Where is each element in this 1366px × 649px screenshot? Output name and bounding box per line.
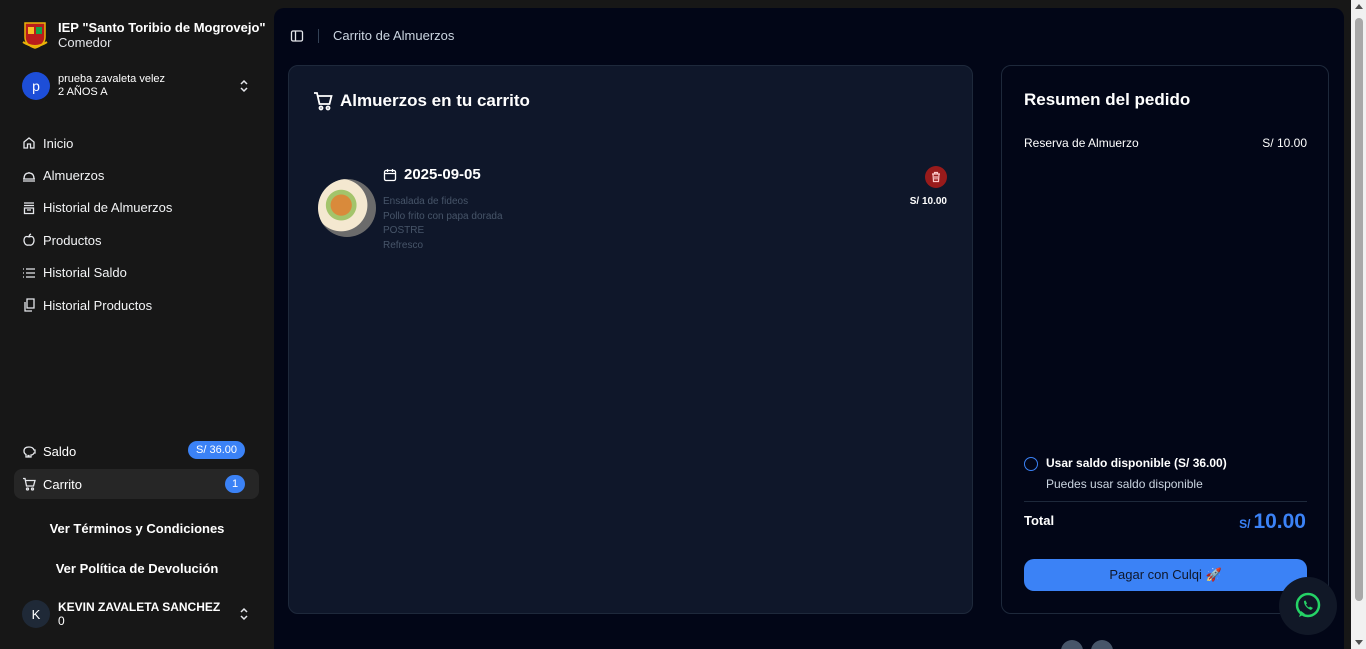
item-menu: Ensalada de fideos Pollo frito con papa … [383,195,503,253]
saldo-label: Saldo [43,443,77,459]
total-label: Total [1024,513,1055,528]
cart-panel: Almuerzos en tu carrito 2025-09-05 Ensal… [288,65,973,614]
sidebar-item-carrito[interactable]: Carrito 1 [14,469,259,499]
school-logo-icon [22,22,48,49]
user-menu[interactable]: K KEVIN ZAVALETA SANCHEZ 0 [22,600,258,628]
menu-line: Refresco [383,239,424,251]
menu-line: Pollo frito con papa dorada [383,210,503,222]
use-saldo-sub: Puedes usar saldo disponible [1046,477,1203,491]
sidebar-item-inicio[interactable]: Inicio [22,127,258,159]
chevron-updown-icon [240,607,248,621]
student-avatar: p [22,72,50,100]
calendar-icon [383,168,397,181]
student-grade: 2 AÑOS A [58,86,108,98]
scroll-up-icon[interactable] [1355,4,1363,9]
use-saldo-label: Usar saldo disponible (S/ 36.00) [1046,456,1227,470]
total-currency: S/ [1239,517,1251,531]
carrito-label: Carrito [43,476,83,492]
user-name: KEVIN ZAVALETA SANCHEZ [58,600,221,614]
list-icon [23,268,35,278]
cloche-icon [23,171,35,182]
menu-line: POSTRE [383,225,425,236]
scroll-thumb[interactable] [1355,18,1363,601]
item-date-text: 2025-09-05 [404,166,481,183]
divider [1024,501,1307,502]
school-header[interactable]: IEP "Santo Toribio de Mogrovejo" Comedor [22,20,266,50]
apple-icon [23,233,35,247]
summary-row-label: Reserva de Almuerzo [1024,136,1139,150]
sidebar-item-label: Historial Saldo [43,265,127,281]
sidebar-item-label: Historial de Almuerzos [43,200,173,216]
use-saldo-radio[interactable] [1024,457,1038,471]
refund-policy-link[interactable]: Ver Política de Devolución [0,561,274,576]
item-date: 2025-09-05 [383,166,481,183]
school-subtitle: Comedor [58,35,112,50]
sidebar-item-historial-almuerzos[interactable]: Historial de Almuerzos [22,192,258,224]
summary-row-value: S/ 10.00 [1262,136,1307,150]
facebook-icon[interactable] [1061,640,1083,649]
summary-row: Reserva de Almuerzo S/ 10.00 [1024,136,1307,150]
food-image [318,179,376,237]
sidebar-nav: Inicio Almuerzos Historial de Almuerzos … [22,127,258,321]
whatsapp-icon [1295,592,1321,618]
user-sub: 0 [58,614,65,628]
total-value: S/ 10.00 [1239,510,1306,534]
chevron-updown-icon [240,79,248,93]
topbar: Carrito de Almuerzos [290,28,454,43]
summary-title: Resumen del pedido [1024,90,1191,109]
remove-item-button[interactable] [925,166,947,188]
sidebar-item-historial-productos[interactable]: Historial Productos [22,289,258,321]
pay-culqi-button[interactable]: Pagar con Culqi 🚀 [1024,559,1307,591]
saldo-badge: S/ 36.00 [188,441,245,459]
cart-title: Almuerzos en tu carrito [312,90,530,112]
terms-link[interactable]: Ver Términos y Condiciones [0,521,274,536]
social-icon[interactable] [1091,640,1113,649]
user-avatar: K [22,600,50,628]
trash-icon [932,171,940,183]
scroll-down-icon[interactable] [1355,640,1363,645]
sidebar-item-label: Inicio [43,135,74,151]
item-price: S/ 10.00 [909,196,947,207]
sidebar-toggle-icon[interactable] [290,29,304,43]
cart-count-badge: 1 [225,475,245,493]
total-amount: 10.00 [1253,510,1306,533]
cart-icon [314,92,333,111]
cart-title-text: Almuerzos en tu carrito [340,91,530,110]
scrollbar[interactable] [1351,0,1366,649]
sidebar: IEP "Santo Toribio de Mogrovejo" Comedor… [0,0,274,649]
menu-line: Ensalada de fideos [383,196,469,207]
sidebar-item-saldo[interactable]: Saldo S/ 36.00 [14,436,259,466]
student-name: prueba zavaleta velez [58,73,166,85]
sidebar-item-almuerzos[interactable]: Almuerzos [22,159,258,191]
order-summary: Resumen del pedido Reserva de Almuerzo S… [1001,65,1329,614]
school-name: IEP "Santo Toribio de Mogrovejo" [58,20,266,35]
piggy-bank-icon [23,446,36,458]
student-switcher[interactable]: p prueba zavaleta velez 2 AÑOS A [22,72,258,100]
sidebar-bottom-nav: Saldo S/ 36.00 Carrito 1 [14,436,259,502]
main-content: Carrito de Almuerzos Almuerzos en tu car… [274,8,1344,649]
divider [318,28,319,43]
sidebar-item-productos[interactable]: Productos [22,224,258,256]
cart-item: 2025-09-05 Ensalada de fideos Pollo frit… [317,166,947,256]
cart-icon [23,477,36,491]
sidebar-item-label: Almuerzos [43,168,105,184]
breadcrumb: Carrito de Almuerzos [333,28,455,43]
sidebar-item-label: Historial Productos [43,297,153,313]
archive-icon [23,202,35,215]
copy-icon [24,298,35,312]
home-icon [23,137,35,149]
whatsapp-button[interactable] [1279,577,1337,635]
sidebar-item-label: Productos [43,232,102,248]
sidebar-item-historial-saldo[interactable]: Historial Saldo [22,257,258,289]
